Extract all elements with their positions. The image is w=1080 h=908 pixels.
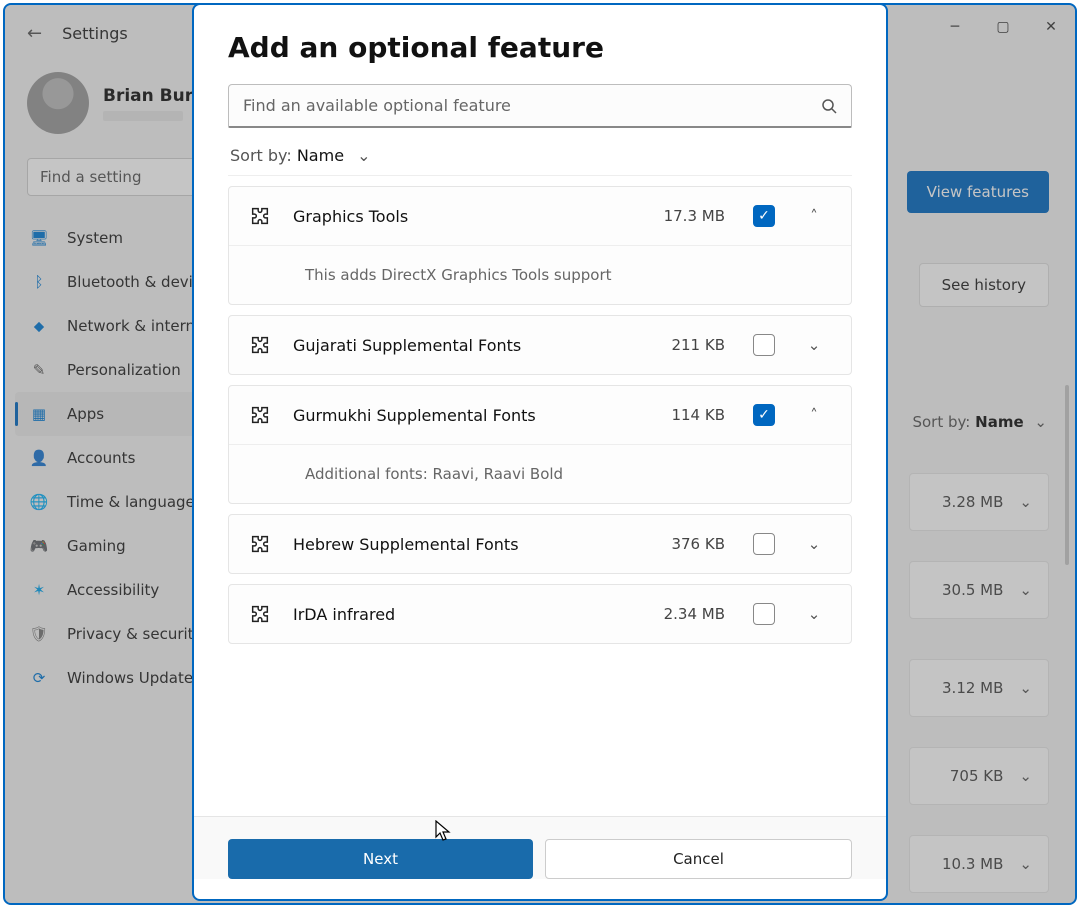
feature-size: 114 KB [671,406,725,424]
nav-icon: 🌐 [29,492,49,512]
nav-label: Time & language [67,493,195,511]
profile-name: Brian Bur [103,86,193,106]
chevron-down-icon: ⌄ [1019,493,1032,511]
feature-card: Gujarati Supplemental Fonts 211 KB ⌄ [228,315,852,375]
feature-search-input[interactable]: Find an available optional feature [228,84,852,128]
installed-feature-row[interactable]: 3.28 MB⌄ [909,473,1049,531]
feature-description: Additional fonts: Raavi, Raavi Bold [229,444,851,503]
nav-icon: ⟳ [29,668,49,688]
installed-feature-row[interactable]: 30.5 MB⌄ [909,561,1049,619]
feature-checkbox[interactable]: ✓ [753,404,775,426]
nav-label: System [67,229,123,247]
chevron-up-icon[interactable]: ˄ [797,207,831,225]
main-sort-by[interactable]: Sort by: Name ⌄ [912,413,1047,431]
dialog-title: Add an optional feature [228,31,852,64]
nav-icon: ✶ [29,580,49,600]
installed-feature-row[interactable]: 3.12 MB⌄ [909,659,1049,717]
feature-card: Gurmukhi Supplemental Fonts 114 KB ✓ ˄ A… [228,385,852,504]
installed-feature-row[interactable]: 705 KB⌄ [909,747,1049,805]
nav-icon: 🖥 [29,228,49,248]
profile-email-placeholder [103,111,183,121]
feature-row[interactable]: Graphics Tools 17.3 MB ✓ ˄ [229,187,851,245]
chevron-down-icon: ⌄ [1019,855,1032,873]
feature-card: Hebrew Supplemental Fonts 376 KB ⌄ [228,514,852,574]
nav-icon: ᛒ [29,272,49,292]
next-button[interactable]: Next [228,839,533,879]
chevron-up-icon[interactable]: ˄ [797,406,831,424]
installed-feature-row[interactable]: 10.3 MB⌄ [909,835,1049,893]
chevron-down-icon[interactable]: ⌄ [797,336,831,354]
feature-card: Graphics Tools 17.3 MB ✓ ˄ This adds Dir… [228,186,852,305]
nav-icon: 🎮 [29,536,49,556]
nav-icon: ▦ [29,404,49,424]
cancel-button[interactable]: Cancel [545,839,852,879]
avatar [27,72,89,134]
app-title: Settings [62,24,128,43]
feature-row[interactable]: IrDA infrared 2.34 MB ⌄ [229,585,851,643]
feature-checkbox[interactable] [753,603,775,625]
feature-name: Hebrew Supplemental Fonts [293,535,649,554]
scrollbar[interactable] [1065,385,1069,565]
nav-label: Network & internet [67,317,210,335]
puzzle-icon [249,404,271,426]
feature-description: This adds DirectX Graphics Tools support [229,245,851,304]
search-icon [821,98,837,114]
chevron-down-icon: ⌄ [1019,767,1032,785]
view-features-button[interactable]: View features [907,171,1049,213]
feature-size: 2.34 MB [664,605,725,623]
feature-row[interactable]: Gurmukhi Supplemental Fonts 114 KB ✓ ˄ [229,386,851,444]
nav-icon: ⬥ [29,316,49,336]
back-icon[interactable]: ← [27,23,42,44]
feature-name: Graphics Tools [293,207,642,226]
chevron-down-icon: ⌄ [1034,413,1047,431]
nav-label: Gaming [67,537,126,555]
chevron-down-icon[interactable]: ⌄ [797,605,831,623]
feature-name: Gujarati Supplemental Fonts [293,336,649,355]
feature-checkbox[interactable]: ✓ [753,205,775,227]
chevron-down-icon: ⌄ [1019,581,1032,599]
feature-checkbox[interactable] [753,334,775,356]
nav-label: Personalization [67,361,181,379]
nav-icon: 🛡 [29,624,49,644]
feature-checkbox[interactable] [753,533,775,555]
feature-name: IrDA infrared [293,605,642,624]
puzzle-icon [249,205,271,227]
feature-size: 17.3 MB [664,207,725,225]
nav-label: Accessibility [67,581,159,599]
nav-label: Accounts [67,449,135,467]
feature-size: 376 KB [671,535,725,553]
add-feature-dialog: Add an optional feature Find an availabl… [192,3,888,901]
nav-label: Privacy & security [67,625,202,643]
puzzle-icon [249,603,271,625]
feature-card: IrDA infrared 2.34 MB ⌄ [228,584,852,644]
see-history-button[interactable]: See history [919,263,1049,307]
feature-row[interactable]: Gujarati Supplemental Fonts 211 KB ⌄ [229,316,851,374]
nav-label: Apps [67,405,104,423]
dialog-sort-by[interactable]: Sort by: Name ⌄ [230,146,852,165]
feature-row[interactable]: Hebrew Supplemental Fonts 376 KB ⌄ [229,515,851,573]
chevron-down-icon: ⌄ [1019,679,1032,697]
chevron-down-icon[interactable]: ⌄ [797,535,831,553]
nav-label: Windows Update [67,669,193,687]
nav-icon: ✎ [29,360,49,380]
puzzle-icon [249,334,271,356]
nav-icon: 👤 [29,448,49,468]
feature-size: 211 KB [671,336,725,354]
feature-name: Gurmukhi Supplemental Fonts [293,406,649,425]
puzzle-icon [249,533,271,555]
feature-list: Graphics Tools 17.3 MB ✓ ˄ This adds Dir… [228,175,852,816]
chevron-down-icon: ⌄ [357,146,370,165]
